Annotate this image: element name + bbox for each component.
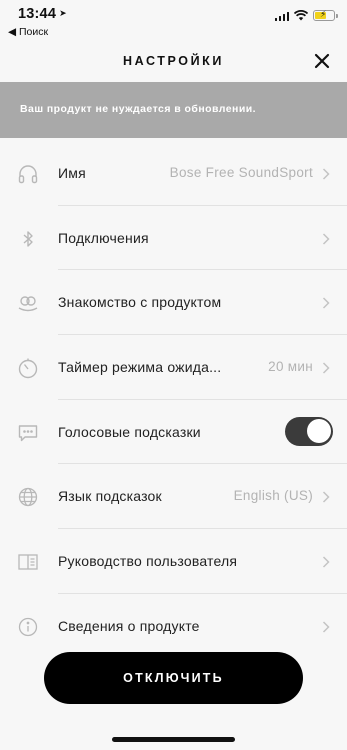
settings-item-value: 20 мин xyxy=(268,359,313,375)
home-indicator[interactable] xyxy=(112,737,235,742)
settings-item-label: Подключения xyxy=(58,229,149,246)
voice-prompts-toggle[interactable] xyxy=(285,416,333,446)
page-title: НАСТРОЙКИ xyxy=(123,54,224,68)
settings-item-product-tour[interactable]: Знакомство с продуктом xyxy=(0,270,347,336)
timer-icon xyxy=(17,357,39,379)
disconnect-button-label: ОТКЛЮЧИТЬ xyxy=(123,671,224,685)
chevron-right-icon xyxy=(322,233,330,245)
settings-item-label: Имя xyxy=(58,165,86,181)
globe-icon xyxy=(17,486,39,508)
chevron-right-icon xyxy=(322,556,330,568)
location-arrow-icon: ➤ xyxy=(59,8,67,18)
chevron-right-icon xyxy=(322,362,330,374)
earbuds-icon xyxy=(17,292,39,314)
settings-item-connections[interactable]: Подключения xyxy=(0,206,347,271)
settings-item-label: Голосовые подсказки xyxy=(58,423,201,440)
settings-item-label: Язык подсказок xyxy=(58,488,162,505)
settings-list: Имя Bose Free SoundSport Подключения Зна… xyxy=(0,141,347,659)
settings-item-name[interactable]: Имя Bose Free SoundSport xyxy=(0,141,347,206)
close-icon xyxy=(314,53,330,69)
manual-icon xyxy=(17,551,39,573)
cellular-signal-icon xyxy=(274,11,289,21)
charging-bolt-icon: ⚡ xyxy=(320,9,327,19)
toggle-knob xyxy=(306,419,331,444)
settings-item-value: English (US) xyxy=(233,488,313,504)
chevron-right-icon xyxy=(322,297,330,309)
settings-item-value: Bose Free SoundSport xyxy=(169,165,313,180)
settings-item-product-info[interactable]: Сведения о продукте xyxy=(0,594,347,659)
settings-item-label: Таймер режима ожида... xyxy=(58,359,222,376)
wifi-icon xyxy=(294,10,308,21)
update-status-text: Ваш продукт не нуждается в обновлении. xyxy=(20,103,257,115)
info-icon xyxy=(17,616,39,638)
close-button[interactable] xyxy=(311,50,333,72)
back-to-app-link[interactable]: ◀ Поиск xyxy=(8,26,48,38)
battery-icon: ⚡ xyxy=(313,9,338,21)
settings-item-standby-timer[interactable]: Таймер режима ожида... 20 мин xyxy=(0,335,347,400)
chevron-right-icon xyxy=(322,168,330,180)
chevron-right-icon xyxy=(322,491,330,503)
chevron-right-icon xyxy=(322,621,330,633)
update-status-banner: Ваш продукт не нуждается в обновлении. xyxy=(0,82,347,138)
status-icons: ⚡ xyxy=(274,9,338,21)
settings-item-voice-prompts: Голосовые подсказки xyxy=(0,400,347,465)
clock: 13:44 ➤ xyxy=(18,6,67,22)
bluetooth-icon xyxy=(17,228,39,250)
settings-item-user-manual[interactable]: Руководство пользователя xyxy=(0,529,347,594)
disconnect-button[interactable]: ОТКЛЮЧИТЬ xyxy=(44,652,303,704)
header: НАСТРОЙКИ xyxy=(0,44,347,80)
settings-item-label: Знакомство с продуктом xyxy=(58,294,222,311)
status-bar: 13:44 ➤ ◀ Поиск ⚡ xyxy=(0,0,347,40)
settings-item-label: Руководство пользователя xyxy=(58,553,238,570)
speech-bubble-icon xyxy=(17,422,39,444)
headphones-icon xyxy=(17,163,39,185)
settings-item-prompt-language[interactable]: Язык подсказок English (US) xyxy=(0,464,347,530)
settings-item-label: Сведения о продукте xyxy=(58,617,200,634)
